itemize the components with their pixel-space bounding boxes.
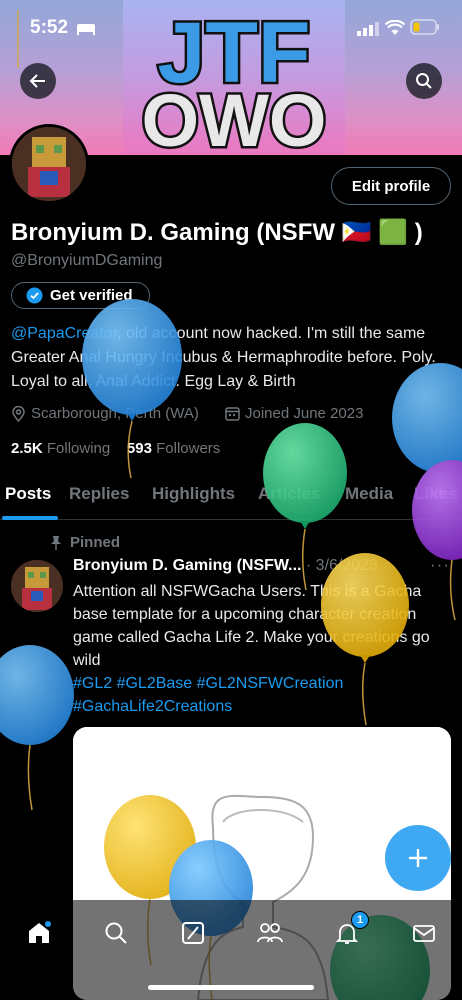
communities-icon[interactable] xyxy=(255,918,285,948)
profile-bio: @PapaCreator, old account now hacked. I'… xyxy=(11,322,451,394)
post-author-name[interactable]: Bronyium D. Gaming (NSFW... xyxy=(73,557,301,574)
search-icon[interactable] xyxy=(101,918,131,948)
location-text: Scarborough, Perth (WA) xyxy=(31,405,199,422)
tab-articles[interactable]: Articles xyxy=(258,484,320,504)
plus-icon xyxy=(409,849,427,867)
following-label: Following xyxy=(46,440,111,457)
post-hashtags-line1[interactable]: #GL2 #GL2Base #GL2NSFWCreation xyxy=(73,672,453,695)
active-tab-indicator xyxy=(2,516,58,520)
status-bar: 5:52 xyxy=(0,0,462,58)
get-verified-label: Get verified xyxy=(50,287,133,304)
home-indicator xyxy=(148,985,314,990)
pinned-indicator: Pinned xyxy=(50,534,120,551)
profile-location: Scarborough, Perth (WA) xyxy=(11,405,199,422)
calendar-icon xyxy=(225,407,240,421)
profile-handle: @BronyiumDGaming xyxy=(11,252,163,269)
followers-link[interactable]: 593 Followers xyxy=(127,440,220,457)
wifi-icon xyxy=(384,19,406,41)
grok-icon[interactable] xyxy=(178,918,208,948)
pinned-label: Pinned xyxy=(70,534,121,551)
bed-icon xyxy=(76,21,96,40)
profile-avatar[interactable] xyxy=(9,124,89,204)
compose-button[interactable] xyxy=(385,825,451,891)
post-date[interactable]: · 3/6/2023 xyxy=(306,557,378,574)
notification-badge: 1 xyxy=(351,911,369,929)
mail-icon[interactable] xyxy=(409,918,439,948)
get-verified-button[interactable]: Get verified xyxy=(11,282,150,309)
signal-icon xyxy=(357,22,379,41)
status-time: 5:52 xyxy=(30,17,69,38)
home-icon[interactable] xyxy=(24,918,54,948)
tab-highlights[interactable]: Highlights xyxy=(152,484,235,504)
banner-text-owo: OWO xyxy=(142,79,327,155)
search-icon xyxy=(416,73,432,89)
post-body: Attention all NSFWGacha Users. This is a… xyxy=(73,580,453,718)
edit-profile-button[interactable]: Edit profile xyxy=(331,167,451,205)
follow-counts: 2.5K Following 593 Followers xyxy=(11,440,220,457)
post-header: Bronyium D. Gaming (NSFW... · 3/6/2023 xyxy=(73,557,378,575)
tab-media[interactable]: Media xyxy=(345,484,393,504)
post-hashtags-line2[interactable]: #GachaLife2Creations xyxy=(73,695,453,718)
profile-name: Bronyium D. Gaming (NSFW 🇵🇭 🟩 ) xyxy=(11,219,423,246)
arrow-left-icon xyxy=(29,74,45,88)
joined-text: Joined June 2023 xyxy=(245,405,364,422)
post-text: Attention all NSFWGacha Users. This is a… xyxy=(73,583,430,669)
following-link[interactable]: 2.5K Following xyxy=(11,440,110,457)
pin-icon xyxy=(51,536,61,550)
post-author-avatar[interactable] xyxy=(11,560,63,612)
search-button[interactable] xyxy=(406,63,442,99)
profile-tabs: Posts Replies Highlights Articles Media … xyxy=(0,474,462,520)
followers-label: Followers xyxy=(156,440,221,457)
tab-posts[interactable]: Posts xyxy=(5,484,51,504)
followers-count: 593 xyxy=(126,440,152,457)
more-options-button[interactable]: ··· xyxy=(430,555,450,575)
tab-replies[interactable]: Replies xyxy=(69,484,129,504)
profile-joined: Joined June 2023 xyxy=(225,405,363,422)
location-pin-icon xyxy=(12,405,25,422)
tab-likes[interactable]: Likes xyxy=(414,484,457,504)
bio-mention-link[interactable]: @PapaCreator xyxy=(11,325,117,342)
verified-badge-icon xyxy=(26,287,43,304)
following-count: 2.5K xyxy=(11,440,43,457)
battery-icon xyxy=(410,19,440,40)
back-button[interactable] xyxy=(20,63,56,99)
